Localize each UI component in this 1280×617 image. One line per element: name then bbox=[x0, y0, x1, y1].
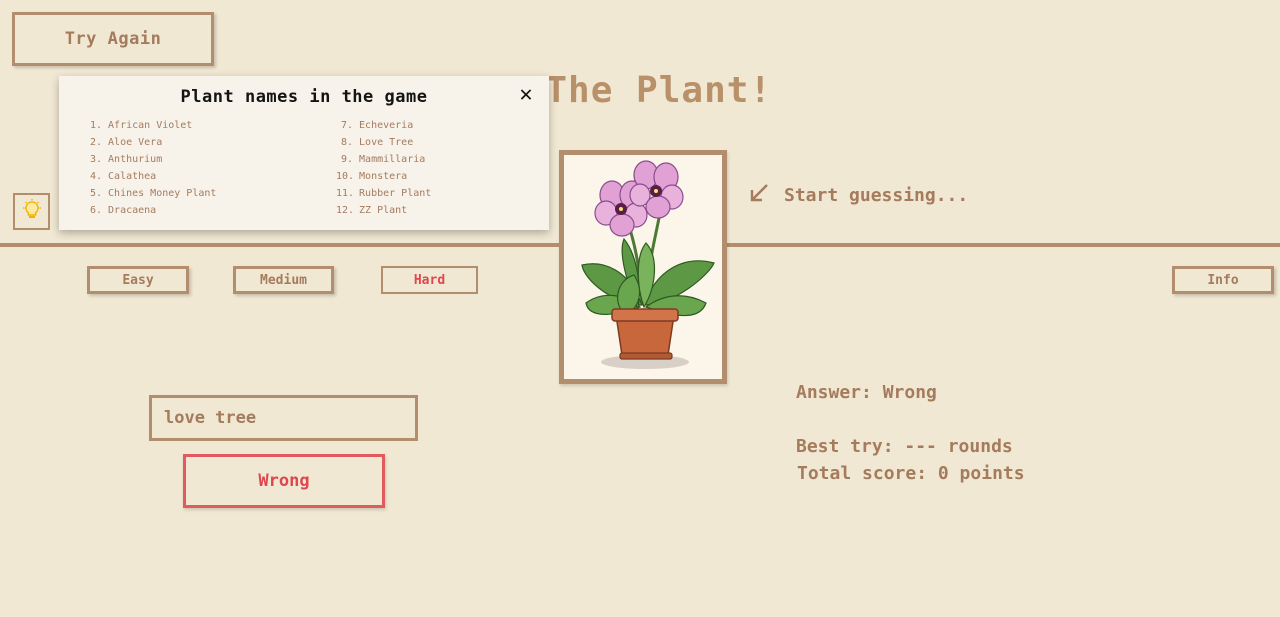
list-item: 5. Chines Money Plant bbox=[89, 188, 217, 199]
list-item: 10. Monstera bbox=[336, 171, 408, 182]
potted-plant-image bbox=[581, 160, 715, 369]
lightbulb-icon bbox=[21, 198, 43, 225]
list-item: 12. ZZ Plant bbox=[336, 205, 408, 216]
info-button[interactable]: Info bbox=[1172, 266, 1274, 294]
plant-image-card bbox=[559, 150, 727, 384]
list-item: 9. Mammillaria bbox=[340, 154, 426, 165]
easy-button[interactable]: Easy bbox=[87, 266, 189, 294]
close-icon[interactable]: ✕ bbox=[514, 83, 538, 107]
hard-button[interactable]: Hard bbox=[381, 266, 478, 294]
list-item: 11. Rubber Plant bbox=[336, 188, 432, 199]
list-item: 1. African Violet bbox=[89, 120, 193, 131]
plant-names-modal: Plant names in the game ✕ 1. African Vio… bbox=[59, 76, 549, 230]
submit-guess-button[interactable]: Wrong bbox=[183, 454, 385, 508]
plant-name-list: 1. African Violet 2. Aloe Vera 3. Anthur… bbox=[85, 120, 545, 220]
list-item: 7. Echeveria bbox=[340, 120, 414, 131]
total-score: Total score: 0 points bbox=[797, 463, 1025, 484]
try-again-button[interactable]: Try Again bbox=[12, 12, 214, 66]
start-guessing-text: Start guessing... bbox=[784, 184, 969, 206]
hint-button[interactable] bbox=[13, 193, 50, 230]
list-item: 3. Anthurium bbox=[89, 154, 163, 165]
guess-input[interactable] bbox=[149, 395, 418, 441]
list-item: 4. Calathea bbox=[89, 171, 157, 182]
page-title: s The Plant! bbox=[500, 70, 773, 111]
answer-status: Answer: Wrong bbox=[796, 382, 937, 403]
list-item: 8. Love Tree bbox=[340, 137, 414, 148]
list-item: 6. Dracaena bbox=[89, 205, 157, 216]
medium-button[interactable]: Medium bbox=[233, 266, 334, 294]
start-guessing-hint: Start guessing... bbox=[748, 180, 968, 210]
arrow-down-left-icon bbox=[748, 182, 770, 209]
modal-title: Plant names in the game bbox=[180, 87, 428, 107]
list-item: 2. Aloe Vera bbox=[89, 137, 163, 148]
best-try: Best try: --- rounds bbox=[796, 436, 1013, 457]
